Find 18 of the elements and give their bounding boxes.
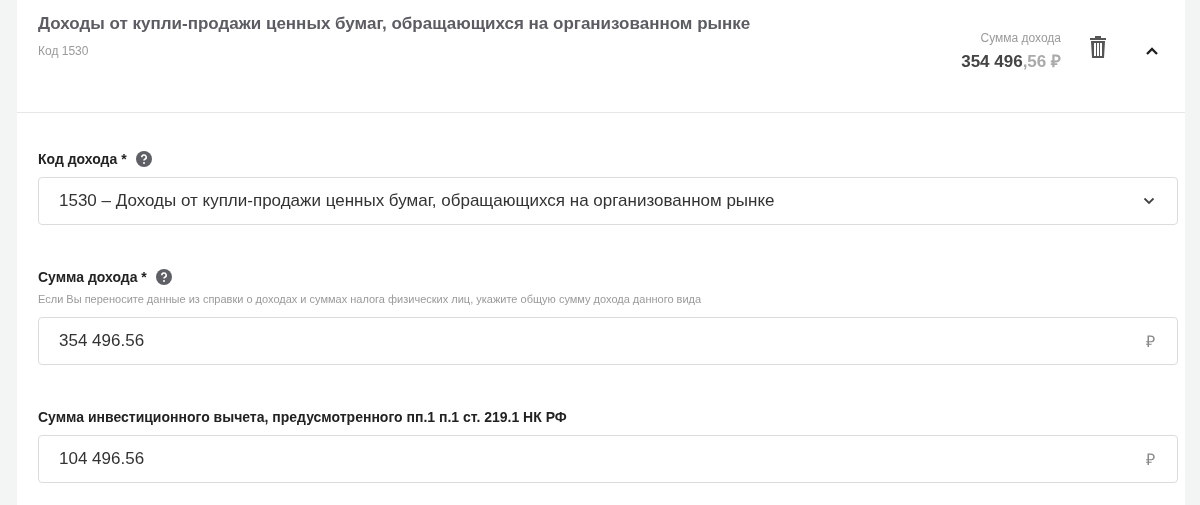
amount-field[interactable]: 104 496.56 ₽ xyxy=(38,435,1178,483)
section-title: Доходы от купли-продажи ценных бумаг, обращающихся на организованном рынке xyxy=(38,13,752,35)
field-label: Сумма инвестиционного вычета, предусмотренного пп.1 п.1 ст. 219.1 НК РФ xyxy=(38,409,567,425)
currency-sign: ₽ xyxy=(1146,332,1155,352)
amount-field[interactable]: 354 496.56 ₽ xyxy=(38,317,1178,365)
field-hint: Если Вы переносите данные из справки о доходах и суммах налога физических лиц, укажите общую сумму дохода данного вида xyxy=(38,293,703,305)
trash-icon[interactable] xyxy=(1089,35,1107,59)
sum-label: Сумма дохода xyxy=(980,30,1061,45)
income-code-select[interactable]: 1530 – Доходы от купли-продажи ценных бумаг, обращающихся на организованном рынке xyxy=(38,177,1178,225)
income-code: Код 1530 xyxy=(38,44,90,58)
field-label: Код дохода * xyxy=(38,151,127,167)
help-icon[interactable] xyxy=(135,151,152,167)
caret-icon xyxy=(1143,197,1155,205)
chevron-icon[interactable] xyxy=(1145,46,1159,56)
help-icon[interactable] xyxy=(155,269,172,285)
sum-amount: 354 496,56 ₽ xyxy=(961,50,1061,72)
field-label: Сумма дохода * xyxy=(38,269,147,285)
currency-sign: ₽ xyxy=(1146,450,1155,470)
